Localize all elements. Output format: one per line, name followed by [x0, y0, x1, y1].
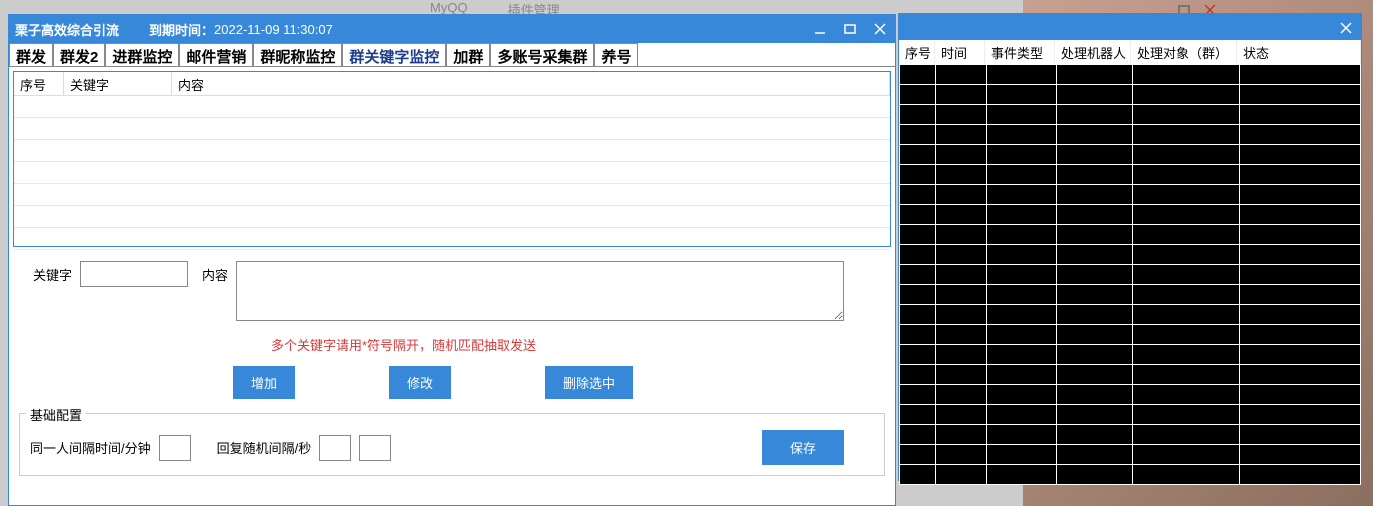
config-legend: 基础配置 [26, 405, 86, 424]
button-row: 增加 修改 删除选中 [13, 366, 891, 399]
table-row[interactable] [14, 140, 890, 162]
main-window: 栗子高效综合引流 到期时间： 2022-11-09 11:30:07 群发群发2… [8, 14, 896, 506]
tab-7[interactable]: 多账号采集群 [490, 43, 594, 66]
form-row: 关键字 内容 [13, 261, 891, 321]
save-button[interactable]: 保存 [762, 430, 844, 465]
table-row[interactable] [900, 265, 1361, 285]
add-button[interactable]: 增加 [233, 366, 295, 399]
tab-5[interactable]: 群关键字监控 [342, 43, 446, 66]
table-row[interactable] [900, 225, 1361, 245]
keyword-grid[interactable]: 序号 关键字 内容 [13, 71, 891, 247]
table-row[interactable] [900, 385, 1361, 405]
table-row[interactable] [14, 228, 890, 250]
reply-interval-label: 回复随机间隔/秒 [217, 438, 312, 457]
tab-4[interactable]: 群昵称监控 [253, 43, 342, 66]
col-seq: 序号 [14, 72, 64, 95]
edit-button[interactable]: 修改 [389, 366, 451, 399]
config-row: 同一人间隔时间/分钟 回复随机间隔/秒 保存 [30, 430, 874, 465]
table-row[interactable] [900, 325, 1361, 345]
log-col-time: 时间 [935, 40, 985, 64]
log-grid-header: 序号 时间 事件类型 处理机器人 处理对象（群） 状态 [899, 40, 1361, 64]
maximize-button[interactable] [835, 15, 865, 43]
content-textarea[interactable] [236, 261, 844, 321]
content-label: 内容 [202, 261, 236, 288]
table-row[interactable] [900, 65, 1361, 85]
log-grid-body[interactable] [899, 64, 1361, 478]
log-col-bot: 处理机器人 [1055, 40, 1131, 64]
table-row[interactable] [14, 96, 890, 118]
table-row[interactable] [900, 405, 1361, 425]
minimize-button[interactable] [805, 15, 835, 43]
table-row[interactable] [900, 125, 1361, 145]
table-row[interactable] [900, 85, 1361, 105]
delete-button[interactable]: 删除选中 [545, 366, 633, 399]
table-row[interactable] [900, 425, 1361, 445]
table-row[interactable] [900, 345, 1361, 365]
log-titlebar [899, 14, 1361, 40]
tip-text: 多个关键字请用*符号隔开，随机匹配抽取发送 [13, 335, 891, 354]
expiry-value: 2022-11-09 11:30:07 [214, 22, 333, 37]
table-row[interactable] [14, 184, 890, 206]
log-window: 序号 时间 事件类型 处理机器人 处理对象（群） 状态 [898, 13, 1362, 481]
grid-body [14, 96, 890, 246]
table-row[interactable] [14, 206, 890, 228]
interval-person-label: 同一人间隔时间/分钟 [30, 438, 151, 457]
log-close-button[interactable] [1331, 14, 1361, 42]
log-window-controls [1331, 14, 1361, 42]
log-col-target: 处理对象（群） [1131, 40, 1237, 64]
table-row[interactable] [900, 285, 1361, 305]
table-row[interactable] [900, 205, 1361, 225]
reply-interval-input-1[interactable] [319, 435, 351, 461]
keyword-input[interactable] [80, 261, 188, 287]
table-row[interactable] [14, 118, 890, 140]
table-row[interactable] [900, 145, 1361, 165]
close-button[interactable] [865, 15, 895, 43]
log-col-seq: 序号 [899, 40, 935, 64]
log-table [899, 64, 1361, 485]
col-keyword: 关键字 [64, 72, 172, 95]
config-fieldset: 基础配置 同一人间隔时间/分钟 回复随机间隔/秒 保存 [19, 413, 885, 476]
table-row[interactable] [900, 465, 1361, 485]
grid-header: 序号 关键字 内容 [14, 72, 890, 96]
tab-6[interactable]: 加群 [446, 43, 490, 66]
reply-interval-input-2[interactable] [359, 435, 391, 461]
main-window-controls [805, 15, 895, 43]
tab-bar: 群发群发2进群监控邮件营销群昵称监控群关键字监控加群多账号采集群养号 [9, 43, 895, 67]
table-row[interactable] [900, 365, 1361, 385]
expiry-label: 到期时间： [149, 20, 214, 39]
keyword-label: 关键字 [33, 261, 80, 288]
table-row[interactable] [900, 165, 1361, 185]
table-row[interactable] [14, 162, 890, 184]
log-col-status: 状态 [1237, 40, 1361, 64]
interval-person-input[interactable] [159, 435, 191, 461]
main-titlebar: 栗子高效综合引流 到期时间： 2022-11-09 11:30:07 [9, 15, 895, 43]
table-row[interactable] [900, 105, 1361, 125]
tab-2[interactable]: 进群监控 [105, 43, 179, 66]
tab-1[interactable]: 群发2 [53, 43, 105, 66]
tab-8[interactable]: 养号 [594, 43, 638, 66]
tab-0[interactable]: 群发 [9, 43, 53, 66]
table-row[interactable] [900, 445, 1361, 465]
table-row[interactable] [900, 245, 1361, 265]
tab-3[interactable]: 邮件营销 [179, 43, 253, 66]
log-col-event: 事件类型 [985, 40, 1055, 64]
col-content: 内容 [172, 72, 890, 95]
table-row[interactable] [900, 305, 1361, 325]
table-row[interactable] [900, 185, 1361, 205]
app-title: 栗子高效综合引流 [15, 20, 119, 39]
tab-content: 序号 关键字 内容 关键字 内容 多个关键字请用*符号隔开，随机匹配抽取发送 增… [9, 67, 895, 480]
